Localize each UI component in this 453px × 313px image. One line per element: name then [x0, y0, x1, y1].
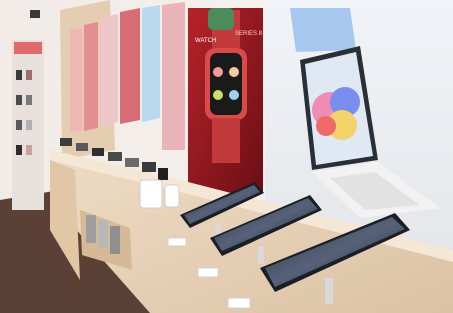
left-display-header — [14, 42, 42, 54]
ceiling-camera — [30, 10, 40, 18]
watch-series-text: SERIES 8 — [235, 31, 263, 37]
store-photo: WATCH SERIES 8 — [0, 0, 453, 313]
store-scene: WATCH SERIES 8 — [0, 0, 453, 313]
apple-watch-poster: WATCH SERIES 8 — [188, 8, 263, 193]
watch-brand-text: WATCH — [195, 38, 216, 44]
